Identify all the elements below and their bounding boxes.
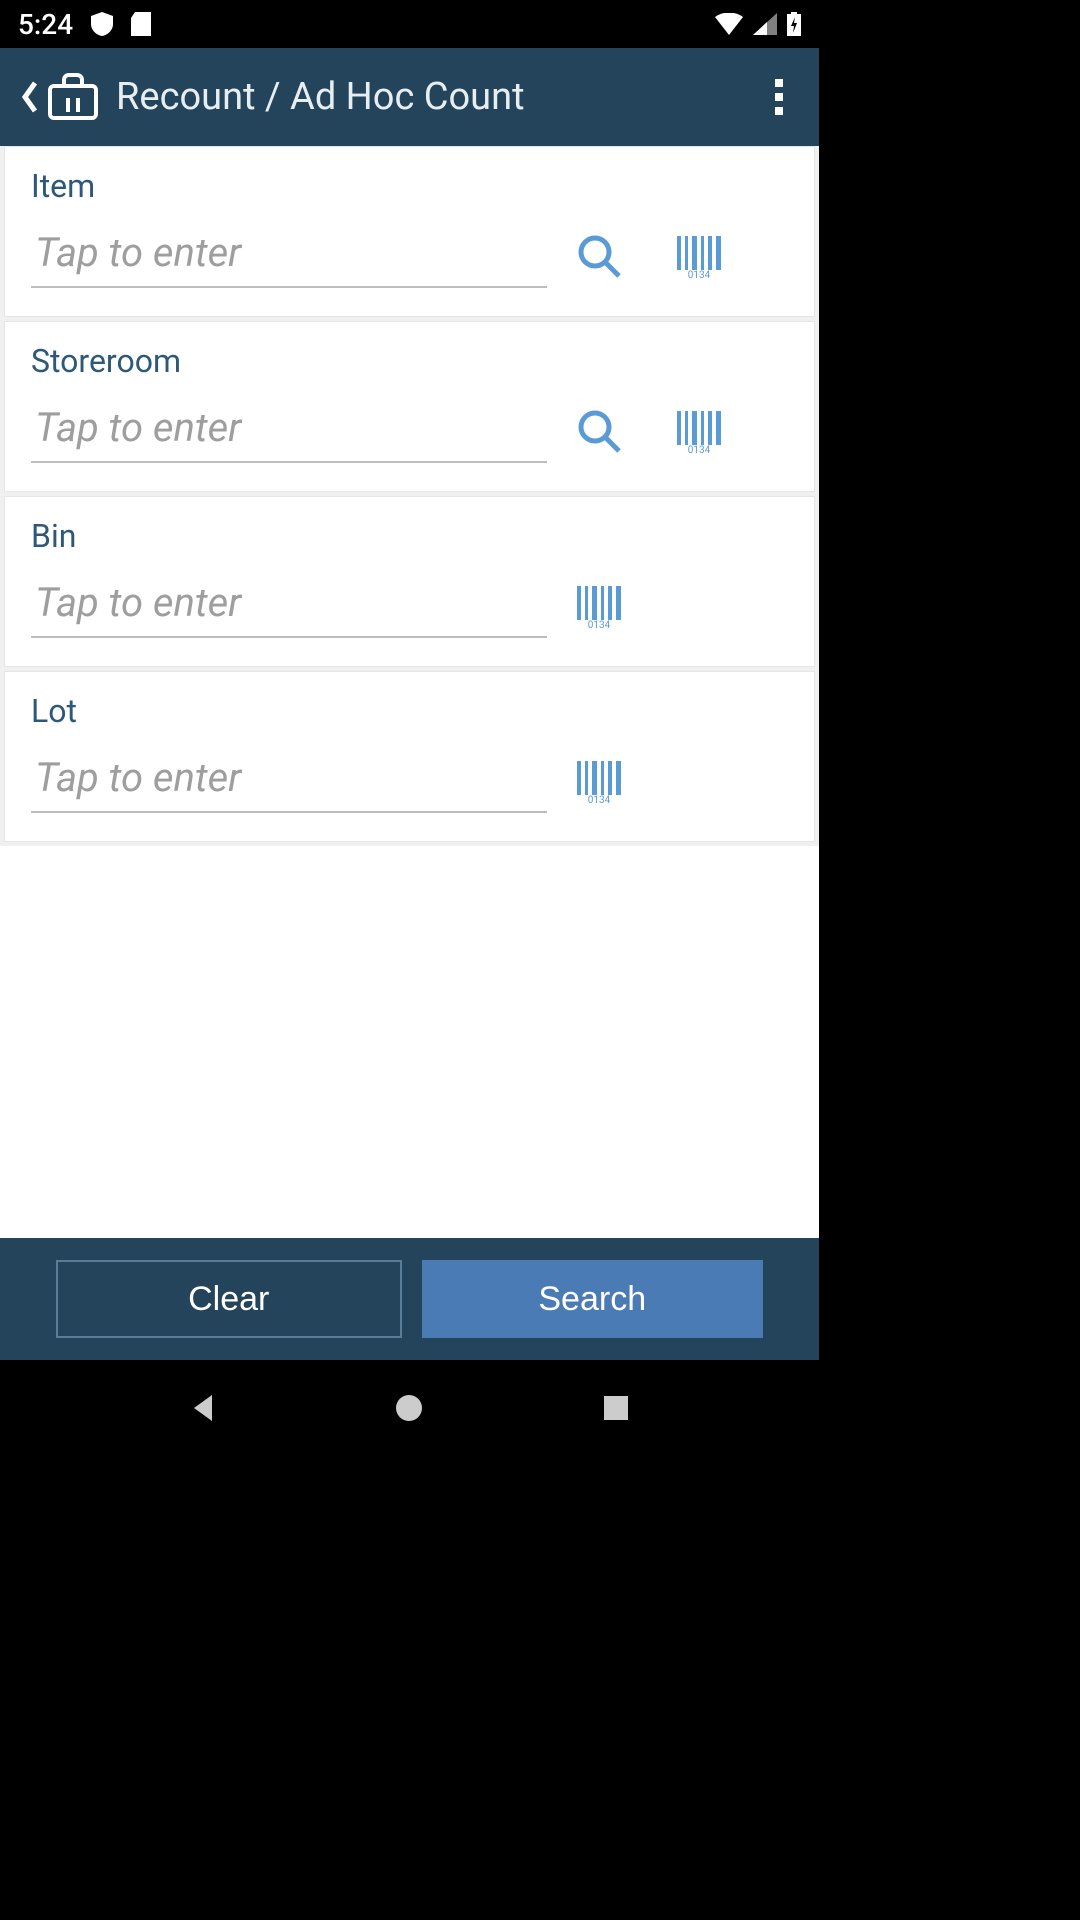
svg-text:0134: 0134 (588, 795, 611, 805)
battery-charging-icon (787, 12, 801, 36)
back-button[interactable] (20, 72, 100, 122)
briefcase-icon (46, 72, 100, 122)
lot-field-card: Lot 0134 (4, 671, 815, 842)
overflow-menu-button[interactable] (759, 77, 799, 117)
bin-label: Bin (31, 517, 788, 555)
status-left: 5:24 (18, 8, 151, 41)
svg-text:0134: 0134 (688, 270, 711, 280)
barcode-icon: 0134 (675, 232, 723, 280)
lot-input[interactable] (31, 748, 547, 813)
content-area: Item 0134 Storeroom (0, 146, 819, 1360)
wifi-icon (715, 13, 743, 35)
storeroom-search-button[interactable] (571, 403, 627, 459)
cell-signal-icon (753, 13, 777, 35)
app-header: Recount / Ad Hoc Count (0, 48, 819, 146)
bin-input[interactable] (31, 573, 547, 638)
bin-barcode-button[interactable]: 0134 (571, 578, 627, 634)
sd-card-icon (131, 12, 151, 36)
item-input[interactable] (31, 223, 547, 288)
item-barcode-button[interactable]: 0134 (671, 228, 727, 284)
page-title: Recount / Ad Hoc Count (116, 75, 743, 119)
clear-button[interactable]: Clear (56, 1260, 402, 1338)
barcode-icon: 0134 (575, 757, 623, 805)
nav-recents-button[interactable] (586, 1378, 646, 1438)
storeroom-field-card: Storeroom 0134 (4, 321, 815, 492)
svg-text:0134: 0134 (688, 445, 711, 455)
square-recents-icon (602, 1394, 630, 1422)
item-label: Item (31, 167, 788, 205)
lot-label: Lot (31, 692, 788, 730)
triangle-back-icon (186, 1391, 220, 1425)
svg-text:0134: 0134 (588, 620, 611, 630)
content-spacer (0, 846, 819, 1238)
chevron-left-icon (20, 79, 40, 115)
circle-home-icon (394, 1393, 424, 1423)
nav-home-button[interactable] (379, 1378, 439, 1438)
status-right (715, 12, 801, 36)
status-bar: 5:24 (0, 0, 819, 48)
search-icon (575, 407, 623, 455)
bottom-action-bar: Clear Search (0, 1238, 819, 1360)
barcode-icon: 0134 (575, 582, 623, 630)
bin-field-card: Bin 0134 (4, 496, 815, 667)
item-field-card: Item 0134 (4, 146, 815, 317)
status-time: 5:24 (18, 8, 73, 41)
item-search-button[interactable] (571, 228, 627, 284)
barcode-icon: 0134 (675, 407, 723, 455)
nav-back-button[interactable] (173, 1378, 233, 1438)
search-button[interactable]: Search (422, 1260, 764, 1338)
search-icon (575, 232, 623, 280)
lot-barcode-button[interactable]: 0134 (571, 753, 627, 809)
storeroom-input[interactable] (31, 398, 547, 463)
shield-icon (91, 12, 113, 36)
storeroom-label: Storeroom (31, 342, 788, 380)
system-nav-bar (0, 1360, 819, 1456)
storeroom-barcode-button[interactable]: 0134 (671, 403, 727, 459)
